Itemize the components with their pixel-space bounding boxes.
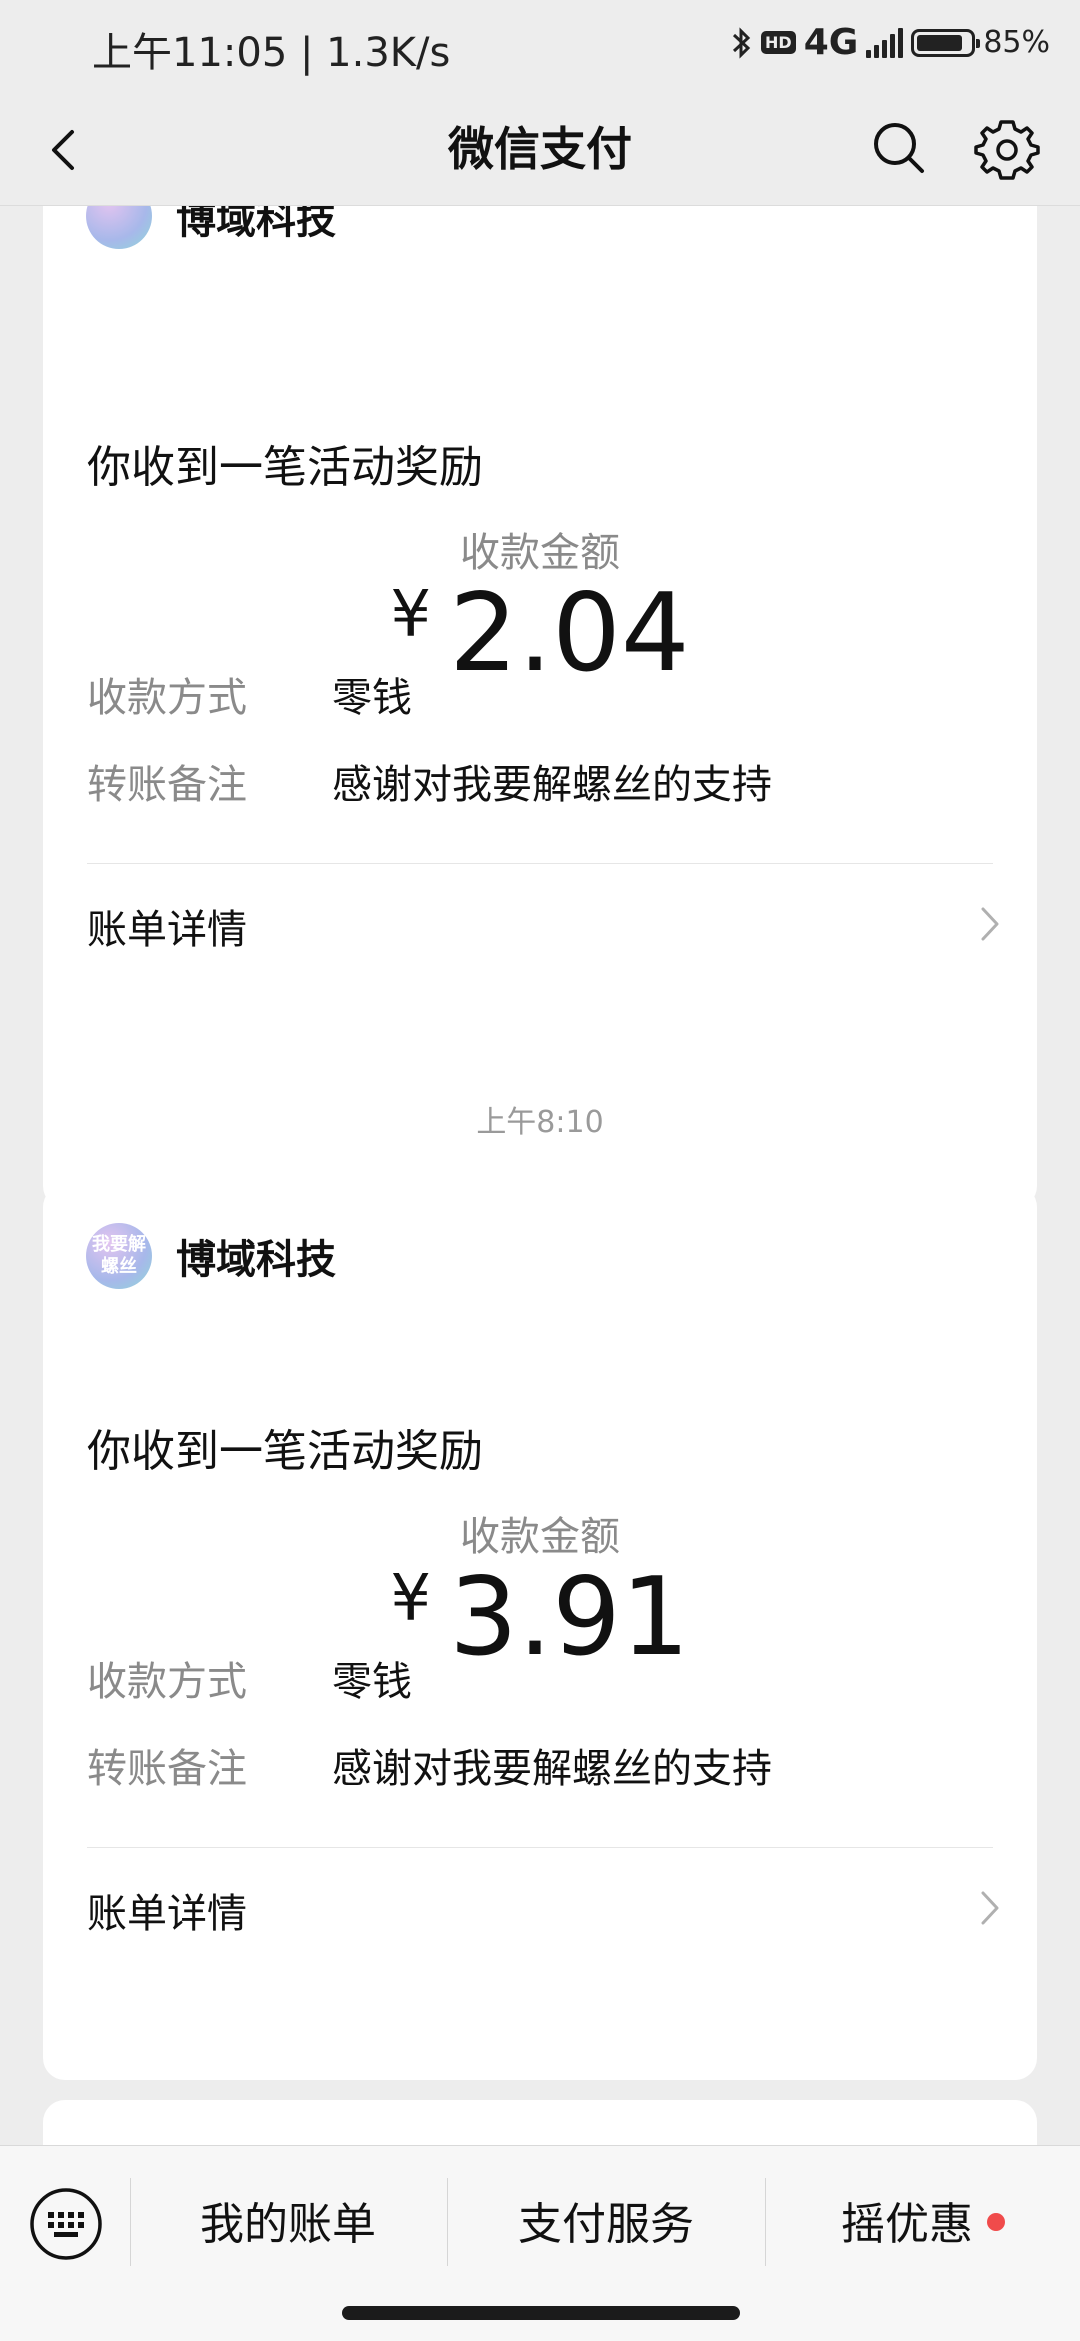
- sender-name: 博域科技: [176, 205, 336, 243]
- divider: [87, 863, 993, 864]
- status-time: 上午11:05 | 1.3K/s: [92, 30, 451, 76]
- status-bar: 上午11:05 | 1.3K/s HD 4G 85%: [0, 0, 1080, 95]
- transfer-note-value: 感谢对我要解螺丝的支持: [332, 762, 772, 808]
- sender-row: 博域科技: [86, 205, 336, 249]
- bill-details-label: 账单详情: [87, 1891, 247, 1937]
- bluetooth-icon: [733, 26, 751, 59]
- payment-method-row: 收款方式 零钱: [87, 1649, 412, 1707]
- currency-symbol: ¥: [390, 1562, 432, 1636]
- amount-label: 收款金额: [460, 530, 620, 576]
- home-indicator[interactable]: [342, 2306, 740, 2320]
- transfer-note-key: 转账备注: [87, 1746, 247, 1792]
- battery-percent: 85%: [983, 25, 1050, 60]
- amount-value: 3.91: [449, 1555, 690, 1680]
- menu-payment-services[interactable]: 支付服务: [448, 2188, 764, 2252]
- divider: [87, 1847, 993, 1848]
- sender-avatar: [86, 205, 152, 249]
- battery-icon: [911, 28, 981, 57]
- bill-details-label: 账单详情: [87, 907, 247, 953]
- payment-card[interactable]: 我要解螺丝 博域科技 你收到一笔活动奖励 收款金额 ¥3.91 收款方式 零钱 转…: [43, 1185, 1037, 2080]
- bill-details-link[interactable]: 账单详情: [87, 1881, 1009, 1939]
- payment-card[interactable]: 博域科技 你收到一笔活动奖励 收款金额 ¥2.04 收款方式 零钱 转账备注 感谢对…: [43, 205, 1037, 1208]
- battery-level: [917, 34, 962, 51]
- menu-shake-offers-label: 摇优惠: [841, 2199, 973, 2250]
- message-list[interactable]: 博域科技 你收到一笔活动奖励 收款金额 ¥2.04 收款方式 零钱 转账备注 感谢对…: [0, 205, 1080, 2145]
- transfer-note-row: 转账备注 感谢对我要解螺丝的支持: [87, 1736, 772, 1794]
- sender-row: 我要解螺丝 博域科技: [86, 1223, 336, 1289]
- payment-method-row: 收款方式 零钱: [87, 665, 412, 723]
- amount-value: 2.04: [449, 571, 690, 696]
- transfer-note-value: 感谢对我要解螺丝的支持: [332, 1746, 772, 1792]
- menu-my-bills[interactable]: 我的账单: [130, 2188, 446, 2252]
- message-title: 你收到一笔活动奖励: [87, 442, 483, 493]
- transfer-note-row: 转账备注 感谢对我要解螺丝的支持: [87, 752, 772, 810]
- bill-details-link[interactable]: 账单详情: [87, 897, 1009, 955]
- sender-avatar: 我要解螺丝: [86, 1223, 152, 1289]
- chevron-right-icon: [981, 907, 999, 941]
- status-indicators: HD 4G 85%: [731, 22, 1050, 63]
- payment-method-value: 零钱: [332, 675, 412, 721]
- payment-method-key: 收款方式: [87, 675, 247, 721]
- network-type: 4G: [803, 22, 859, 63]
- payment-method-key: 收款方式: [87, 1659, 247, 1705]
- message-timestamp: 上午8:10: [476, 1105, 604, 1140]
- currency-symbol: ¥: [390, 578, 432, 652]
- message-title: 你收到一笔活动奖励: [87, 1426, 483, 1477]
- hd-badge: HD: [761, 31, 796, 54]
- sender-name: 博域科技: [176, 1237, 336, 1283]
- gear-icon[interactable]: [972, 113, 1042, 183]
- amount-label: 收款金额: [460, 1514, 620, 1560]
- signal-icon: [866, 27, 904, 58]
- payment-method-value: 零钱: [332, 1659, 412, 1705]
- keyboard-icon[interactable]: [28, 2186, 104, 2262]
- search-icon[interactable]: [866, 115, 932, 181]
- transfer-note-key: 转账备注: [87, 762, 247, 808]
- payment-card[interactable]: [43, 2100, 1037, 2145]
- menu-shake-offers[interactable]: 摇优惠: [766, 2188, 1080, 2252]
- chevron-right-icon: [981, 1891, 999, 1925]
- nav-bar: 微信支付: [0, 95, 1080, 206]
- notification-dot: [987, 2213, 1005, 2231]
